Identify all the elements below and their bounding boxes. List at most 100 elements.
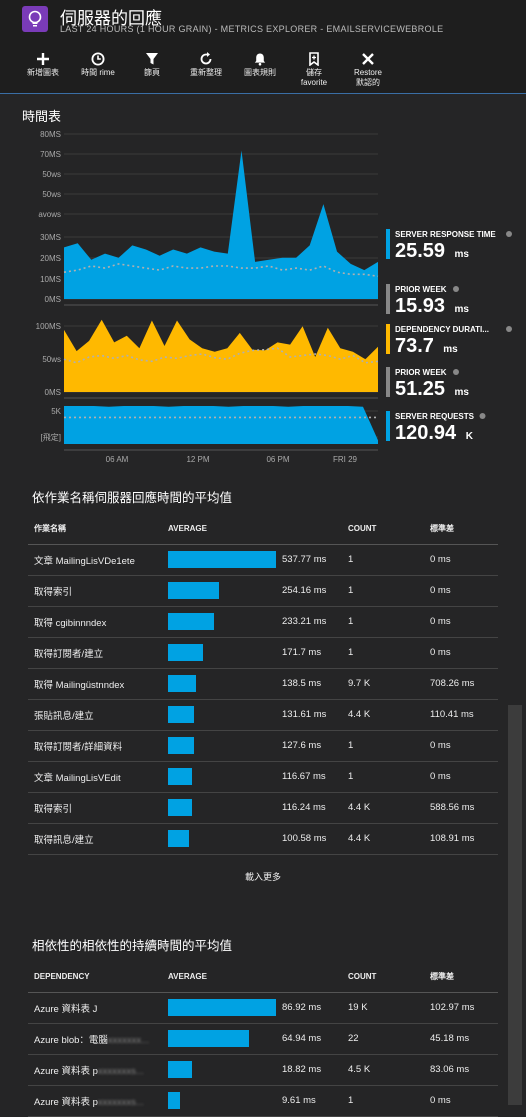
load-more-link[interactable]: 載入更多 xyxy=(0,870,526,883)
table-row[interactable]: Azure 資料表 J 86.92 ms 19 K 102.97 ms xyxy=(28,992,498,1024)
row-count: 1 xyxy=(342,606,424,638)
table-row[interactable]: 取得訂閱者/詳細資料 127.6 ms 1 0 ms xyxy=(28,730,498,762)
row-std: 0 ms xyxy=(424,1085,498,1117)
row-std: 0 ms xyxy=(424,730,498,762)
row-average: 233.21 ms xyxy=(162,606,342,638)
table-row[interactable]: 取得訂閱者/建立 171.7 ms 1 0 ms xyxy=(28,637,498,669)
row-average: 64.94 ms xyxy=(162,1023,342,1055)
column-header[interactable]: AVERAGE xyxy=(162,962,342,993)
close-icon xyxy=(362,53,374,65)
row-average: 86.92 ms xyxy=(162,992,342,1024)
table-row[interactable]: Azure blob：電腦xxxxxxx... 64.94 ms 22 45.18 m… xyxy=(28,1023,498,1055)
metrics-chart[interactable]: 80MS 70MS 50ws 50ws avows 30MS 20MS 10MS 0MS 100M… xyxy=(20,124,520,474)
row-name: 取得訂閱者/建立 xyxy=(28,637,162,669)
row-name-text: 張貼訊息/建立 xyxy=(34,710,94,722)
average-bar xyxy=(168,551,276,568)
refresh-button[interactable]: 重新整理 xyxy=(176,52,236,78)
average-bar xyxy=(168,830,189,847)
row-name: 取得索引 xyxy=(28,792,162,824)
row-std: 110.41 ms xyxy=(424,699,498,731)
vertical-scrollbar[interactable] xyxy=(508,705,522,1105)
row-average: 116.67 ms xyxy=(162,761,342,793)
bell-icon xyxy=(254,53,266,66)
add-chart-label: 新增圖表 xyxy=(27,68,59,77)
column-header[interactable]: 標準差 xyxy=(424,514,498,545)
save-favorite-button[interactable]: 儲存 favorite xyxy=(284,52,344,88)
table-row[interactable]: 取得索引 254.16 ms 1 0 ms xyxy=(28,575,498,607)
row-count: 1 xyxy=(342,730,424,762)
row-name-text: 取得訂閱者/詳細資料 xyxy=(34,741,123,753)
column-header[interactable]: COUNT xyxy=(342,514,424,545)
row-std: 45.18 ms xyxy=(424,1023,498,1055)
y-tick-label: 0MS xyxy=(45,388,61,397)
table-row[interactable]: 取得 Mailingüstnndex 138.5 ms 9.7 K 708.26 ms xyxy=(28,668,498,700)
row-count: 1 xyxy=(342,544,424,576)
row-std: 102.97 ms xyxy=(424,992,498,1024)
table-row[interactable]: 文章 MailingLisVEdit 116.67 ms 1 0 ms xyxy=(28,761,498,793)
column-header[interactable]: COUNT xyxy=(342,962,424,993)
average-value: 127.6 ms xyxy=(282,739,322,751)
column-header[interactable]: DEPENDENCY xyxy=(28,962,162,993)
row-name: Azure 資料表 J xyxy=(28,992,162,1024)
metric-value: 51.25 xyxy=(395,378,445,400)
row-name-text: Azure blob：電腦 xyxy=(34,1034,108,1046)
average-value: 116.24 ms xyxy=(282,801,326,813)
row-name-text: 取得訂閱者/建立 xyxy=(34,648,104,660)
metrics-chart-panel[interactable]: 80MS 70MS 50ws 50ws avows 30MS 20MS 10MS 0MS 100M… xyxy=(0,124,526,474)
table-row[interactable]: 張貼訊息/建立 131.61 ms 4.4 K 110.41 ms xyxy=(28,699,498,731)
info-icon xyxy=(479,413,486,419)
metric-label: PRIOR WEEK xyxy=(395,285,447,294)
y-tick-label: 5K xyxy=(51,407,61,416)
column-header[interactable]: 作業名稱 xyxy=(28,514,162,545)
row-count: 1 xyxy=(342,1085,424,1117)
y-tick-label: 100MS xyxy=(36,322,61,331)
average-value: 18.82 ms xyxy=(282,1063,322,1075)
filter-button[interactable]: 篩頁 xyxy=(122,52,182,78)
time-range-label: 時間 rime xyxy=(81,68,115,77)
average-value: 86.92 ms xyxy=(282,1001,322,1013)
alert-rules-label: 圖表規則 xyxy=(244,68,276,77)
redacted-text: xxxxxxxs... xyxy=(97,1065,144,1077)
refresh-icon xyxy=(200,52,212,65)
plus-icon xyxy=(37,53,49,65)
table-row[interactable]: 文章 MailingLisVDe1ete 537.77 ms 1 0 ms xyxy=(28,544,498,576)
row-name-text: Azure 資料表 p xyxy=(34,1096,98,1108)
row-count: 4.5 K xyxy=(342,1054,424,1086)
clock-icon xyxy=(91,52,105,66)
redacted-text: xxxxxxx... xyxy=(107,1034,150,1046)
row-name-text: Azure 資料表 J xyxy=(34,1003,98,1015)
metric-value: 25.59 xyxy=(395,240,445,262)
y-tick-label: 50ws xyxy=(42,190,61,199)
y-tick-label: 50ws xyxy=(42,170,61,179)
column-header[interactable]: 標準差 xyxy=(424,962,498,993)
row-count: 9.7 K xyxy=(342,668,424,700)
metric-color-swatch xyxy=(386,284,390,314)
table-row[interactable]: 取得訊息/建立 100.58 ms 4.4 K 108.91 ms xyxy=(28,823,498,855)
y-tick-label: 30MS xyxy=(40,233,61,242)
metric-unit: ms xyxy=(455,387,470,398)
y-tick-label: 50ws xyxy=(42,355,61,364)
restore-default-button[interactable]: Restore 默認的 xyxy=(338,52,398,88)
table-row[interactable]: 取得 cgibinnndex 233.21 ms 1 0 ms xyxy=(28,606,498,638)
table-row[interactable]: 取得索引 116.24 ms 4.4 K 588.56 ms xyxy=(28,792,498,824)
add-chart-button[interactable]: 新增圖表 xyxy=(13,52,73,78)
row-name: 取得 cgibinnndex xyxy=(28,606,162,638)
row-name: Azure blob：電腦xxxxxxx... xyxy=(28,1023,162,1055)
row-std: 0 ms xyxy=(424,761,498,793)
y-tick-label: 0MS xyxy=(45,295,61,304)
row-average: 18.82 ms xyxy=(162,1054,342,1086)
time-range-button[interactable]: 時間 rime xyxy=(68,52,128,78)
column-header[interactable]: AVERAGE xyxy=(162,514,342,545)
info-icon xyxy=(506,326,512,332)
metric-color-swatch xyxy=(386,324,390,354)
average-bar xyxy=(168,737,194,754)
row-average: 116.24 ms xyxy=(162,792,342,824)
table-row[interactable]: Azure 資料表 pxxxxxxxs... 18.82 ms 4.5 K 83.06… xyxy=(28,1054,498,1086)
row-count: 1 xyxy=(342,761,424,793)
row-average: 171.7 ms xyxy=(162,637,342,669)
table-row[interactable]: Azure 資料表 pxxxxxxxs... 9.61 ms 1 0 ms xyxy=(28,1085,498,1117)
metric-unit: ms xyxy=(455,304,470,315)
row-count: 1 xyxy=(342,575,424,607)
average-bar xyxy=(168,1030,249,1047)
alert-rules-button[interactable]: 圖表規則 xyxy=(230,52,290,78)
